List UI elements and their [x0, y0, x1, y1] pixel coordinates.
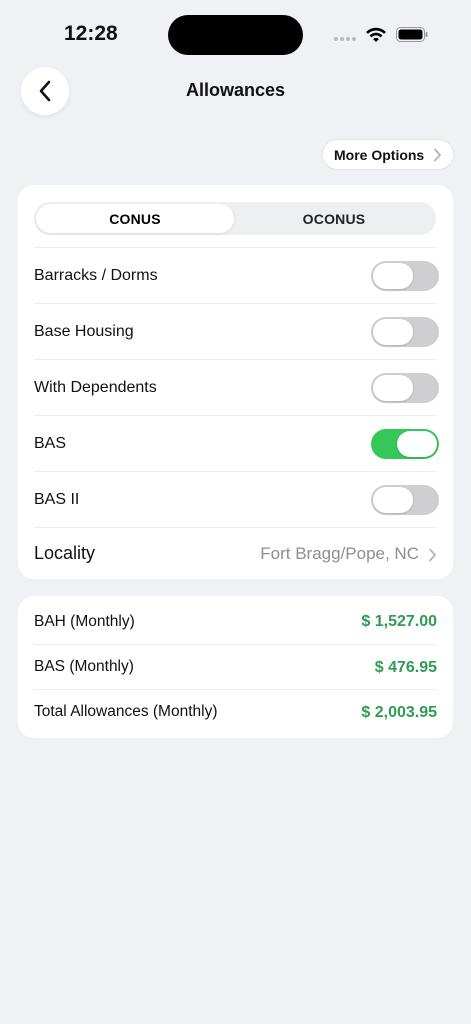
option-row-bas: BAS — [34, 415, 439, 471]
page-title: Allowances — [185, 80, 286, 100]
segment-oconus[interactable]: OCONUS — [235, 204, 433, 233]
summary-row-bas: BAS (Monthly) $ 476.95 — [34, 644, 437, 689]
dynamic-island — [168, 15, 303, 55]
option-label: Base Housing — [34, 322, 134, 340]
bas-toggle[interactable] — [371, 429, 439, 459]
allowance-options-card: CONUS OCONUS Barracks / Dorms Base Housi… — [18, 185, 453, 579]
wifi-icon — [366, 27, 386, 42]
locality-label: Locality — [34, 543, 96, 563]
summary-value: $ 476.95 — [374, 659, 437, 676]
status-bar: 12:28 — [0, 0, 471, 70]
allowance-summary-card: BAH (Monthly) $ 1,527.00 BAS (Monthly) $… — [18, 596, 453, 738]
summary-label: BAH (Monthly) — [34, 612, 135, 630]
option-row-base-housing: Base Housing — [34, 303, 439, 359]
cellular-signal-icon — [334, 37, 356, 41]
battery-icon — [396, 27, 428, 42]
more-options-button[interactable]: More Options — [322, 139, 454, 170]
option-label: With Dependents — [34, 378, 157, 396]
chevron-right-icon — [434, 148, 441, 162]
locality-row[interactable]: Locality Fort Bragg/Pope, NC — [34, 527, 437, 579]
option-row-with-dependents: With Dependents — [34, 359, 439, 415]
option-label: Barracks / Dorms — [34, 266, 158, 284]
summary-value: $ 2,003.95 — [361, 704, 437, 721]
barracks-toggle[interactable] — [371, 261, 439, 291]
locality-value: Fort Bragg/Pope, NC — [260, 544, 419, 563]
segment-conus[interactable]: CONUS — [36, 204, 234, 233]
status-time: 12:28 — [64, 22, 118, 45]
more-options-label: More Options — [334, 146, 425, 163]
chevron-right-icon — [429, 548, 436, 562]
option-label: BAS II — [34, 490, 80, 508]
summary-value: $ 1,527.00 — [361, 613, 437, 630]
summary-label: Total Allowances (Monthly) — [34, 703, 218, 720]
region-segmented-control: CONUS OCONUS — [34, 202, 436, 235]
with-dependents-toggle[interactable] — [371, 373, 439, 403]
option-row-barracks: Barracks / Dorms — [34, 247, 439, 303]
option-label: BAS — [34, 434, 67, 452]
option-row-bas-ii: BAS II — [34, 471, 439, 527]
bas-ii-toggle[interactable] — [371, 485, 439, 515]
base-housing-toggle[interactable] — [371, 317, 439, 347]
summary-label: BAS (Monthly) — [34, 658, 134, 675]
summary-row-bah: BAH (Monthly) $ 1,527.00 — [34, 599, 437, 644]
summary-row-total: Total Allowances (Monthly) $ 2,003.95 — [34, 689, 437, 734]
